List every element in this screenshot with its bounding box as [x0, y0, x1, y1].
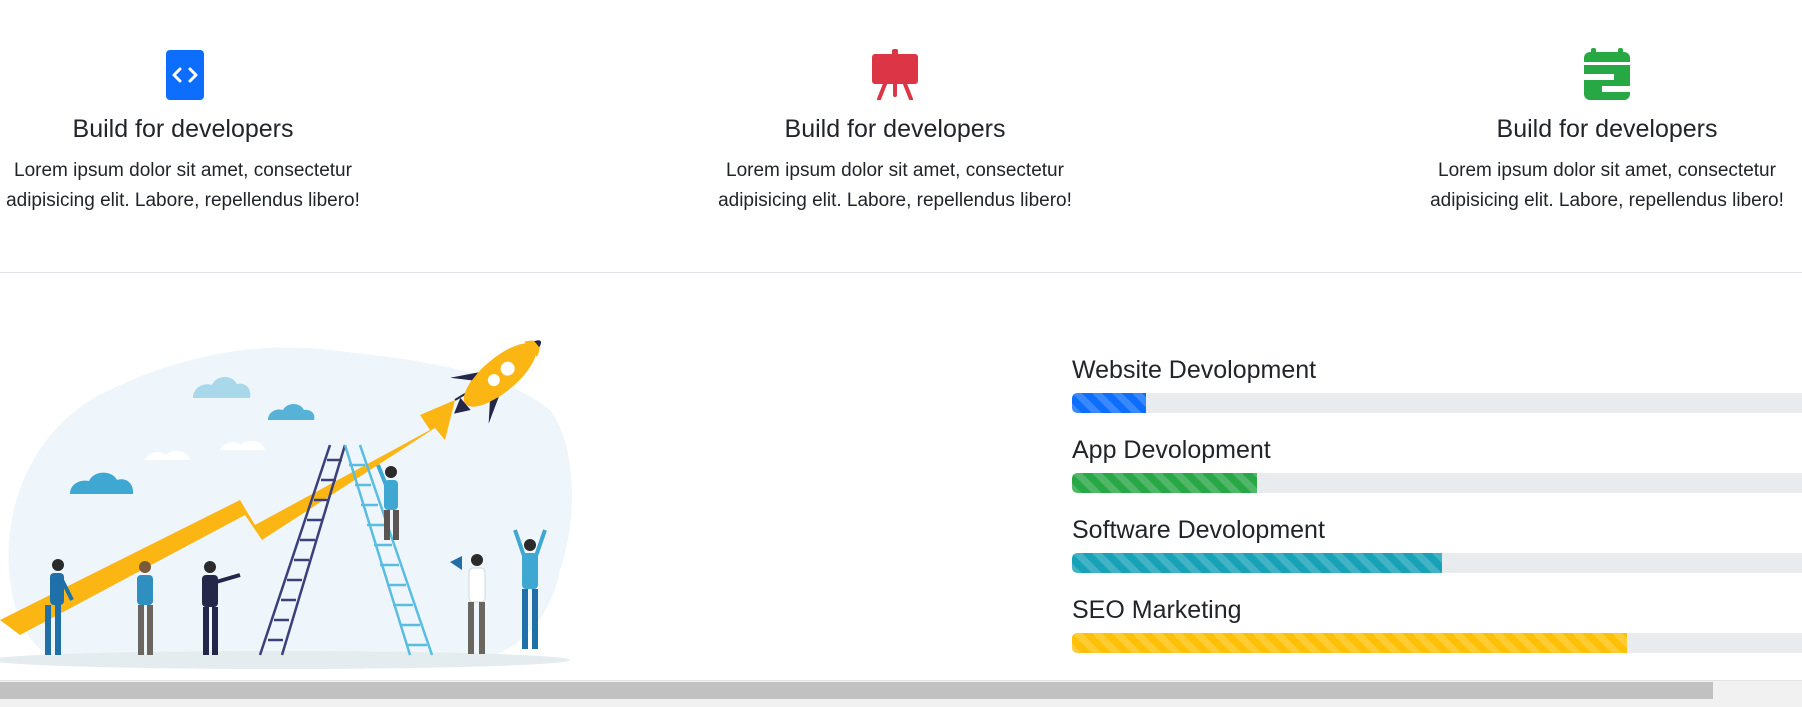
skill-item: Website Devolopment — [1072, 355, 1802, 435]
horizontal-scrollbar[interactable] — [0, 680, 1802, 707]
progress-bar — [1072, 633, 1627, 653]
progress-bar — [1072, 473, 1257, 493]
skill-label: Software Devolopment — [1072, 516, 1325, 544]
feature-card-2: Build for developers Lorem ipsum dolor s… — [685, 48, 1105, 216]
feature-title: Build for developers — [1496, 115, 1718, 143]
feature-title: Build for developers — [784, 115, 1006, 143]
feature-card-3: Build for developers Lorem ipsum dolor s… — [1397, 48, 1802, 216]
feature-title: Build for developers — [72, 115, 294, 143]
feature-text: Lorem ipsum dolor sit amet, consectetur … — [718, 160, 1072, 211]
page: Build for developers Lorem ipsum dolor s… — [0, 0, 1802, 707]
skill-label: Website Devolopment — [1072, 356, 1317, 384]
feature-text: Lorem ipsum dolor sit amet, consectetur … — [6, 160, 360, 211]
progress-track — [1072, 473, 1802, 493]
features-section: Build for developers Lorem ipsum dolor s… — [0, 0, 1802, 273]
skill-item: SEO Marketing — [1072, 595, 1802, 675]
skill-item: App Devolopment — [1072, 435, 1802, 515]
progress-bar — [1072, 393, 1146, 413]
feature-text: Lorem ipsum dolor sit amet, consectetur … — [1430, 160, 1784, 211]
skill-item: Software Devolopment — [1072, 515, 1802, 595]
skills-section: Website Devolopment App Devolopment Soft… — [1072, 355, 1802, 675]
presentation-easel-icon — [872, 49, 918, 100]
team-growth-rocket-illustration — [0, 340, 572, 669]
skill-label: SEO Marketing — [1072, 596, 1242, 624]
code-icon — [166, 50, 204, 100]
calendar-icon — [1584, 48, 1630, 100]
scrollbar-thumb[interactable] — [0, 682, 1713, 699]
progress-track — [1072, 393, 1802, 413]
skill-label: App Devolopment — [1072, 436, 1271, 464]
feature-card-1: Build for developers Lorem ipsum dolor s… — [0, 48, 393, 216]
progress-bar — [1072, 553, 1442, 573]
progress-track — [1072, 553, 1802, 573]
progress-track — [1072, 633, 1802, 653]
